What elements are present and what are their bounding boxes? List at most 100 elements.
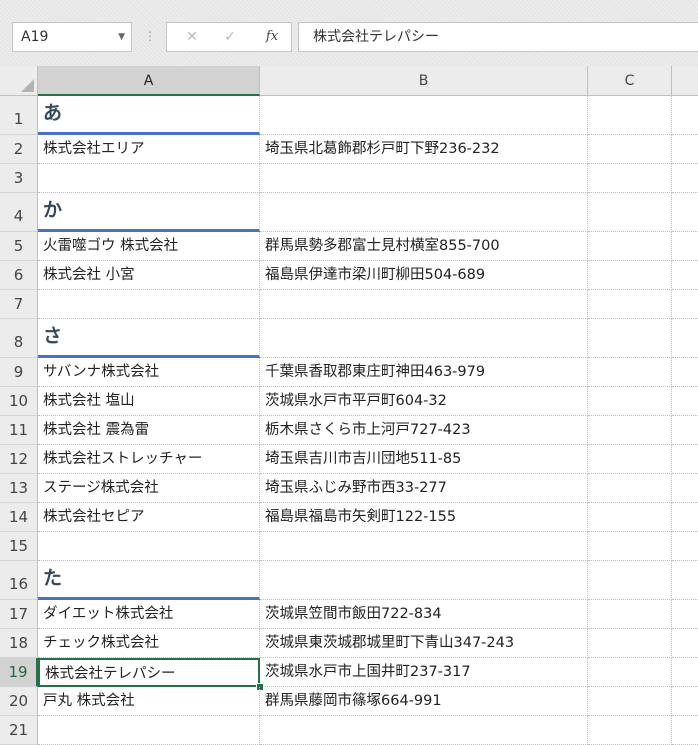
cancel-icon[interactable]: ✕ <box>177 23 207 51</box>
address-cell[interactable]: 茨城県東茨城郡城里町下青山347-243 <box>260 629 588 658</box>
empty-cell[interactable] <box>588 687 672 716</box>
empty-cell[interactable] <box>672 445 698 474</box>
row-header[interactable]: 5 <box>0 232 38 261</box>
address-cell[interactable] <box>260 532 588 561</box>
row-header[interactable]: 3 <box>0 164 38 193</box>
address-cell[interactable]: 群馬県藤岡市篠塚664-991 <box>260 687 588 716</box>
column-header-a[interactable]: A <box>38 66 260 96</box>
empty-cell[interactable] <box>672 261 698 290</box>
empty-cell[interactable] <box>588 600 672 629</box>
address-cell[interactable]: 埼玉県ふじみ野市西33-277 <box>260 474 588 503</box>
empty-cell[interactable] <box>672 387 698 416</box>
empty-cell[interactable] <box>588 416 672 445</box>
empty-cell[interactable] <box>588 658 672 687</box>
empty-cell[interactable] <box>588 629 672 658</box>
address-cell[interactable]: 福島県福島市矢剣町122-155 <box>260 503 588 532</box>
empty-cell[interactable] <box>672 232 698 261</box>
address-cell[interactable]: 埼玉県北葛飾郡杉戸町下野236-232 <box>260 135 588 164</box>
row-header[interactable]: 19 <box>0 658 38 687</box>
row-header[interactable]: 14 <box>0 503 38 532</box>
address-cell[interactable] <box>260 319 588 358</box>
column-header-d[interactable] <box>672 66 698 96</box>
address-cell[interactable] <box>260 193 588 232</box>
chevron-down-icon[interactable]: ▼ <box>118 23 125 51</box>
section-heading-cell[interactable]: あ <box>38 96 260 135</box>
empty-cell[interactable] <box>672 358 698 387</box>
section-heading-cell[interactable]: さ <box>38 319 260 358</box>
company-name-cell[interactable]: サバンナ株式会社 <box>38 358 260 387</box>
empty-cell[interactable] <box>588 319 672 358</box>
address-cell[interactable] <box>260 290 588 319</box>
row-header[interactable]: 10 <box>0 387 38 416</box>
company-name-cell[interactable]: 株式会社テレパシー <box>38 658 260 687</box>
row-header[interactable]: 16 <box>0 561 38 600</box>
address-cell[interactable] <box>260 164 588 193</box>
address-cell[interactable]: 茨城県水戸市平戸町604-32 <box>260 387 588 416</box>
empty-cell[interactable] <box>588 358 672 387</box>
company-name-cell[interactable] <box>38 532 260 561</box>
empty-cell[interactable] <box>672 96 698 135</box>
row-header[interactable]: 8 <box>0 319 38 358</box>
empty-cell[interactable] <box>588 561 672 600</box>
company-name-cell[interactable] <box>38 290 260 319</box>
empty-cell[interactable] <box>588 474 672 503</box>
enter-icon[interactable]: ✓ <box>215 23 245 51</box>
empty-cell[interactable] <box>672 193 698 232</box>
section-heading-cell[interactable]: か <box>38 193 260 232</box>
row-header[interactable]: 15 <box>0 532 38 561</box>
empty-cell[interactable] <box>672 687 698 716</box>
row-header[interactable]: 7 <box>0 290 38 319</box>
company-name-cell[interactable]: 株式会社ストレッチャー <box>38 445 260 474</box>
empty-cell[interactable] <box>588 445 672 474</box>
empty-cell[interactable] <box>672 658 698 687</box>
address-cell[interactable]: 茨城県水戸市上国井町237-317 <box>260 658 588 687</box>
row-header[interactable]: 18 <box>0 629 38 658</box>
row-header[interactable]: 20 <box>0 687 38 716</box>
empty-cell[interactable] <box>672 600 698 629</box>
empty-cell[interactable] <box>588 135 672 164</box>
empty-cell[interactable] <box>588 232 672 261</box>
empty-cell[interactable] <box>672 561 698 600</box>
address-cell[interactable] <box>260 716 588 745</box>
empty-cell[interactable] <box>672 135 698 164</box>
row-header[interactable]: 11 <box>0 416 38 445</box>
address-cell[interactable]: 茨城県笠間市飯田722-834 <box>260 600 588 629</box>
empty-cell[interactable] <box>588 193 672 232</box>
formula-bar-grip-icon[interactable]: ⋮ <box>144 22 156 52</box>
select-all-button[interactable] <box>0 66 38 96</box>
company-name-cell[interactable]: ステージ株式会社 <box>38 474 260 503</box>
empty-cell[interactable] <box>588 290 672 319</box>
company-name-cell[interactable]: 株式会社セピア <box>38 503 260 532</box>
empty-cell[interactable] <box>672 319 698 358</box>
row-header[interactable]: 6 <box>0 261 38 290</box>
insert-function-icon[interactable]: fx <box>257 23 287 51</box>
empty-cell[interactable] <box>672 716 698 745</box>
company-name-cell[interactable] <box>38 716 260 745</box>
address-cell[interactable]: 福島県伊達市梁川町柳田504-689 <box>260 261 588 290</box>
company-name-cell[interactable]: 株式会社 小宮 <box>38 261 260 290</box>
row-header[interactable]: 2 <box>0 135 38 164</box>
row-header[interactable]: 9 <box>0 358 38 387</box>
company-name-cell[interactable] <box>38 164 260 193</box>
address-cell[interactable] <box>260 96 588 135</box>
company-name-cell[interactable]: 火雷噬ゴウ 株式会社 <box>38 232 260 261</box>
empty-cell[interactable] <box>588 96 672 135</box>
company-name-cell[interactable]: 戸丸 株式会社 <box>38 687 260 716</box>
empty-cell[interactable] <box>672 290 698 319</box>
row-header[interactable]: 17 <box>0 600 38 629</box>
address-cell[interactable]: 栃木県さくら市上河戸727-423 <box>260 416 588 445</box>
row-header[interactable]: 21 <box>0 716 38 745</box>
row-header[interactable]: 13 <box>0 474 38 503</box>
empty-cell[interactable] <box>672 474 698 503</box>
address-cell[interactable] <box>260 561 588 600</box>
empty-cell[interactable] <box>672 416 698 445</box>
company-name-cell[interactable]: チェック株式会社 <box>38 629 260 658</box>
company-name-cell[interactable]: 株式会社 塩山 <box>38 387 260 416</box>
empty-cell[interactable] <box>588 387 672 416</box>
empty-cell[interactable] <box>672 503 698 532</box>
company-name-cell[interactable]: ダイエット株式会社 <box>38 600 260 629</box>
address-cell[interactable]: 埼玉県吉川市吉川団地511-85 <box>260 445 588 474</box>
row-header[interactable]: 12 <box>0 445 38 474</box>
column-header-b[interactable]: B <box>260 66 588 96</box>
formula-input[interactable]: 株式会社テレパシー <box>298 22 698 52</box>
